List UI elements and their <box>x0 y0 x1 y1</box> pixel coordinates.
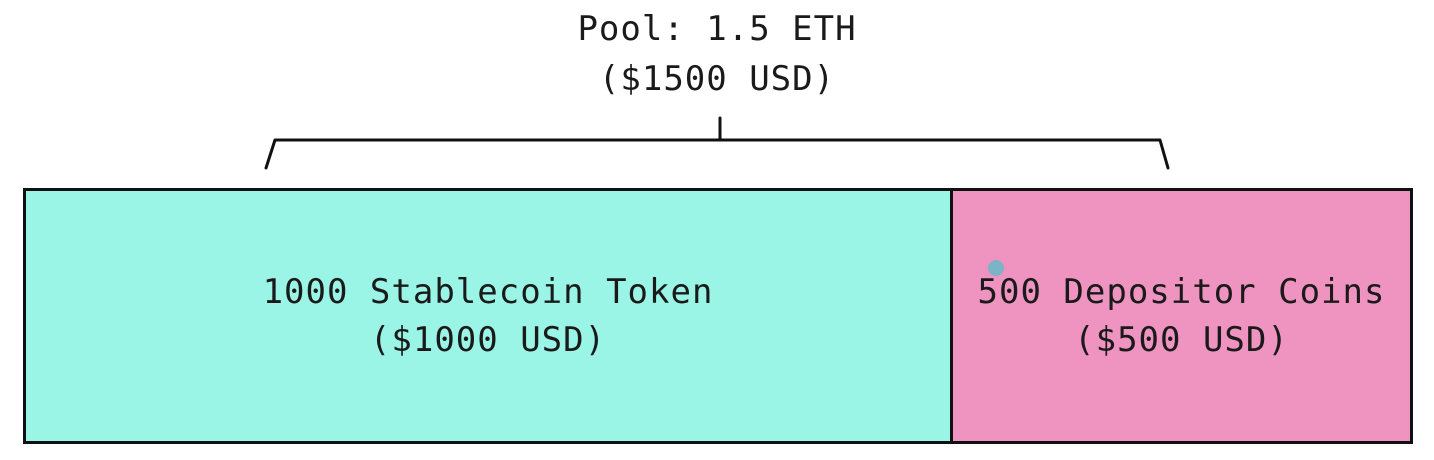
pool-amount: Pool: 1.5 ETH <box>577 9 857 49</box>
pool-composition-bar: 1000 Stablecoin Token ($1000 USD) 500 De… <box>23 188 1413 444</box>
depositor-usd-value: ($500 USD) <box>1074 320 1289 360</box>
stablecoin-amount: 1000 Stablecoin Token <box>262 272 714 312</box>
stablecoin-usd-value: ($1000 USD) <box>369 320 607 360</box>
pool-usd-value: ($1500 USD) <box>598 59 836 99</box>
stablecoin-segment: 1000 Stablecoin Token ($1000 USD) <box>26 191 953 441</box>
pool-bracket <box>264 116 1170 170</box>
dot-cursor-icon <box>988 260 1004 276</box>
pool-label: Pool: 1.5 ETH ($1500 USD) <box>0 4 1434 104</box>
depositor-segment: 500 Depositor Coins ($500 USD) <box>953 191 1410 441</box>
depositor-amount: 500 Depositor Coins <box>977 272 1386 312</box>
